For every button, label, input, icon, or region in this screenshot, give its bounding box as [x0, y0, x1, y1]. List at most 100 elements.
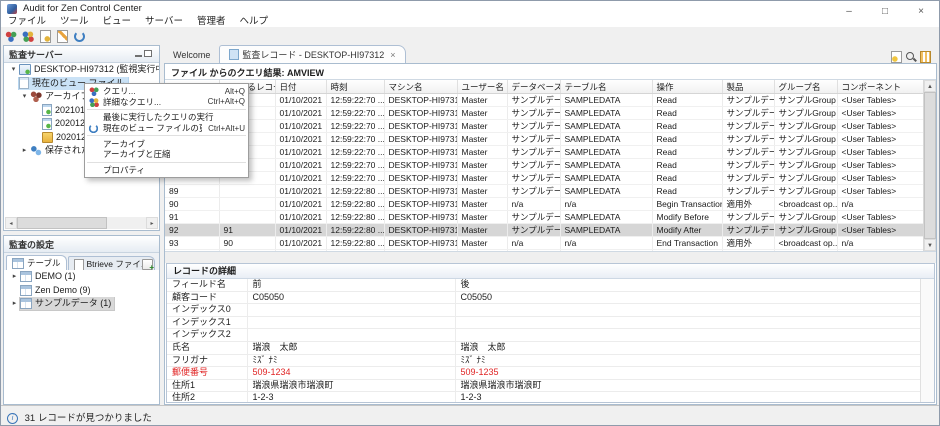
table-row[interactable]: 9101/10/202112:59:22:80 ...DESKTOP-HI973…	[165, 211, 923, 224]
column-header[interactable]: ユーザー名	[457, 80, 507, 94]
table-row[interactable]: 8901/10/202112:59:22:80 ...DESKTOP-HI973…	[165, 185, 923, 198]
table-row[interactable]: 01/10/202112:59:22:70 ...DESKTOP-HI97312…	[165, 159, 923, 172]
app-icon	[7, 4, 17, 14]
table-cell: 92	[165, 224, 219, 237]
add-icon[interactable]	[142, 259, 153, 270]
table-cell: SAMPLEDATA	[560, 172, 652, 185]
scrollbar-track[interactable]	[17, 217, 146, 229]
detail-row[interactable]: フリガナﾐｽﾞ ﾅﾐﾐｽﾞ ﾅﾐ	[167, 354, 921, 367]
column-header[interactable]: 日付	[275, 80, 326, 94]
table-row[interactable]: 9001/10/202112:59:22:80 ...DESKTOP-HI973…	[165, 198, 923, 211]
editor-tab[interactable]: 監査レコード - DESKTOP-HI97312×	[219, 45, 405, 64]
expander-icon[interactable]: ▸	[9, 297, 20, 311]
table-cell: <broadcast op...	[774, 237, 837, 250]
context-menu: クエリ...Alt+Q詳細なクエリ...Ctrl+Alt+Q最後に実行したクエリ…	[84, 83, 249, 178]
menubar-item[interactable]: 管理者	[190, 16, 233, 27]
detail-row[interactable]: 住所1瑞浪県瑞浪市瑞浪町瑞浪県瑞浪市瑞浪町	[167, 379, 921, 392]
column-header[interactable]: 製品	[722, 80, 774, 94]
table-row[interactable]: 939001/10/202112:59:22:80 ...DESKTOP-HI9…	[165, 237, 923, 250]
toolbar-button[interactable]	[4, 27, 21, 43]
toolbar-button[interactable]	[21, 27, 38, 43]
tree-item-content: DESKTOP-HI97312 (監視実行中)	[19, 63, 159, 76]
menu-icon-gutter	[88, 96, 103, 107]
table-cell: Modify Before	[652, 211, 722, 224]
column-header[interactable]: データベース名	[507, 80, 560, 94]
table-icon	[20, 285, 32, 296]
tree-item[interactable]: ▸サンプルデータ (1)	[4, 297, 159, 311]
editor-tab[interactable]: Welcome	[164, 46, 219, 63]
menubar-item[interactable]: ツール	[53, 16, 96, 27]
detail-after-value: C05050	[455, 291, 921, 304]
table-row[interactable]: 929101/10/202112:59:22:80 ...DESKTOP-HI9…	[165, 224, 923, 237]
detail-row[interactable]: 郵便番号509-1234509-1235	[167, 367, 921, 380]
scrollbar-thumb[interactable]	[924, 92, 936, 239]
table-cell: サンプルデータ	[507, 107, 560, 120]
context-menu-item[interactable]: 現在のビュー ファイルの更新Ctrl+Alt+U	[85, 123, 248, 134]
horizontal-scrollbar[interactable]: ◂ ▸	[5, 217, 158, 229]
menubar-item[interactable]: サーバー	[138, 16, 190, 27]
table-row[interactable]: 01/10/202112:59:22:70 ...DESKTOP-HI97312…	[165, 107, 923, 120]
column-header[interactable]: テーブル名	[560, 80, 652, 94]
maximize-icon[interactable]	[144, 50, 152, 57]
details-scrollbar[interactable]	[920, 279, 934, 402]
settings-tab[interactable]: テーブル	[6, 255, 67, 271]
table-row[interactable]: 01/10/202112:59:22:70 ...DESKTOP-HI97312…	[165, 120, 923, 133]
table-row[interactable]: 01/10/202112:59:22:70 ...DESKTOP-HI97312…	[165, 172, 923, 185]
close-icon[interactable]: ×	[390, 50, 395, 60]
sash-divider[interactable]	[165, 252, 936, 263]
table-cell: <User Tables>	[837, 224, 923, 237]
detail-row[interactable]: インデックス2	[167, 329, 921, 342]
context-menu-item[interactable]: 詳細なクエリ...Ctrl+Alt+Q	[85, 97, 248, 108]
table-cell: Master	[457, 94, 507, 107]
column-header[interactable]: グループ名	[774, 80, 837, 94]
expander-icon[interactable]: ▾	[8, 63, 19, 77]
menubar-item[interactable]: ヘルプ	[232, 16, 275, 27]
table-cell: サンプルデータ	[722, 159, 774, 172]
table-cell: Read	[652, 185, 722, 198]
detail-row[interactable]: インデックス1	[167, 316, 921, 329]
scroll-left-icon[interactable]: ◂	[5, 217, 17, 229]
toolbar-button[interactable]	[72, 27, 89, 43]
toolbar-button[interactable]	[38, 27, 55, 43]
expander-icon[interactable]: ▸	[9, 270, 20, 284]
toolbar-button[interactable]	[55, 27, 72, 43]
detail-row[interactable]: 顧客コードC05050C05050	[167, 291, 921, 304]
scroll-right-icon[interactable]: ▸	[146, 217, 158, 229]
search-icon[interactable]	[905, 51, 917, 63]
menu-item-label: 現在のビュー ファイルの更新	[103, 122, 202, 134]
table-cell: DESKTOP-HI97312	[384, 107, 457, 120]
scroll-down-icon[interactable]: ▼	[924, 239, 936, 251]
columns-icon[interactable]	[920, 51, 931, 63]
table-cell: サンプルGroup	[774, 133, 837, 146]
scroll-up-icon[interactable]: ▲	[924, 80, 936, 92]
record-details-title: レコードの詳細	[167, 264, 934, 279]
detail-row[interactable]: 氏名瑞浪 太郎瑞浪 太郎	[167, 341, 921, 354]
menubar-item[interactable]: ファイル	[1, 16, 53, 27]
context-menu-item[interactable]: アーカイブと圧縮	[85, 149, 248, 160]
table-cell: Read	[652, 172, 722, 185]
detail-row[interactable]: 住所21-2-31-2-3	[167, 392, 921, 402]
table-cell: 01/10/2021	[275, 224, 326, 237]
scrollbar-thumb[interactable]	[17, 217, 107, 229]
tree-item[interactable]: ▾DESKTOP-HI97312 (監視実行中)	[4, 63, 159, 77]
column-header[interactable]: マシン名	[384, 80, 457, 94]
vertical-scrollbar[interactable]: ▲ ▼	[923, 80, 936, 251]
scrollbar-track[interactable]	[924, 92, 936, 239]
expander-icon[interactable]: ▸	[19, 144, 30, 158]
menubar-item[interactable]: ビュー	[96, 16, 139, 27]
table-row[interactable]: 01/10/202112:59:22:70 ...DESKTOP-HI97312…	[165, 133, 923, 146]
saved-query-icon	[30, 145, 42, 156]
tree-item[interactable]: ▸DEMO (1)	[4, 270, 159, 284]
column-header[interactable]: 操作	[652, 80, 722, 94]
new-query-icon[interactable]	[891, 51, 902, 63]
table-row[interactable]: 01/10/202112:59:22:70 ...DESKTOP-HI97312…	[165, 94, 923, 107]
minimize-icon[interactable]	[135, 55, 142, 57]
context-menu-item[interactable]: プロパティ	[85, 165, 248, 176]
column-header[interactable]: 時刻	[326, 80, 384, 94]
table-row[interactable]: 01/10/202112:59:22:70 ...DESKTOP-HI97312…	[165, 146, 923, 159]
tree-item[interactable]: Zen Demo (9)	[4, 284, 159, 298]
column-header[interactable]: コンポーネント	[837, 80, 923, 94]
detail-row[interactable]: インデックス0	[167, 304, 921, 317]
table-cell: <User Tables>	[837, 211, 923, 224]
expander-icon[interactable]: ▾	[19, 90, 30, 104]
